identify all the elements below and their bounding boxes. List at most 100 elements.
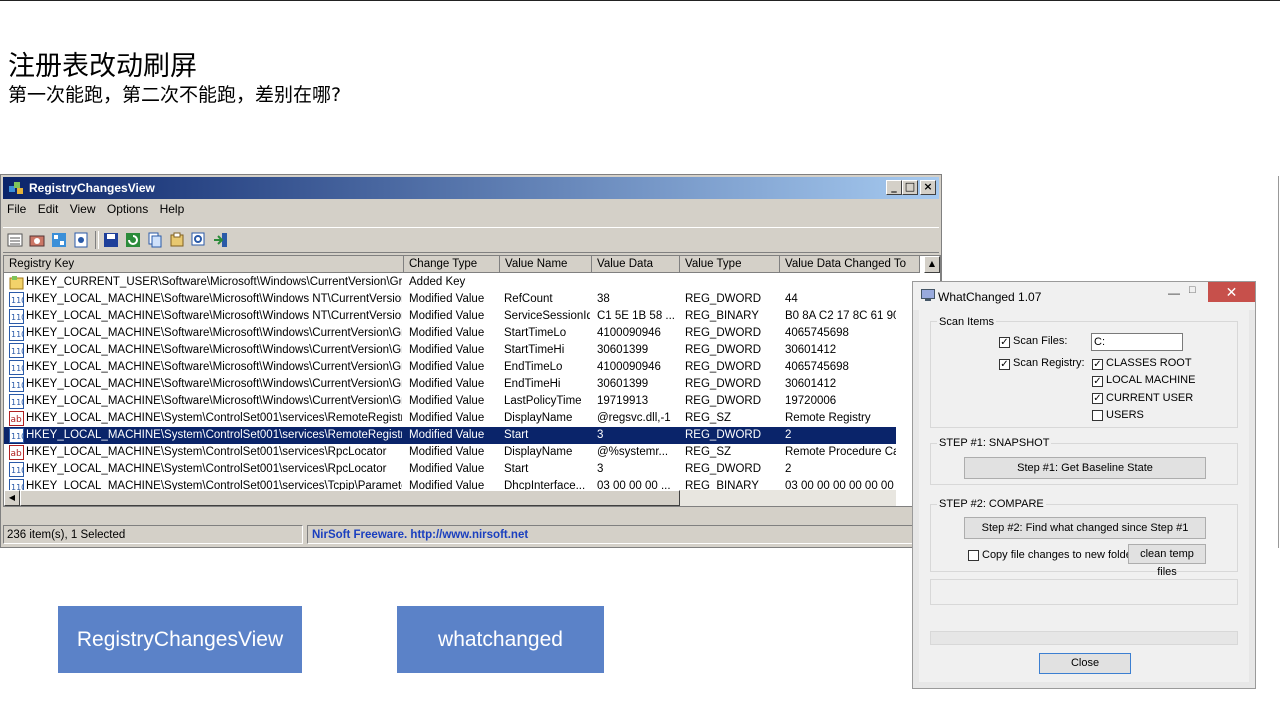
binary-value-icon: 110 xyxy=(9,292,24,307)
table-row[interactable]: ab HKEY_LOCAL_MACHINE\System\ControlSet00… xyxy=(4,410,896,427)
copy-file-changes-checkbox[interactable] xyxy=(968,550,979,561)
table-row[interactable]: 110HKEY_LOCAL_MACHINE\Software\Microsoft… xyxy=(4,308,896,325)
list-view-icon[interactable] xyxy=(7,232,23,248)
cell-change: Modified Value xyxy=(409,395,485,407)
cell-change: Modified Value xyxy=(409,293,485,305)
column-header-row: Registry Key Change Type Value Name Valu… xyxy=(4,256,940,273)
svg-text:110: 110 xyxy=(11,364,24,373)
refresh-icon[interactable] xyxy=(125,232,141,248)
scan-files-label: Scan Files: xyxy=(1013,335,1068,347)
svg-text:110: 110 xyxy=(11,347,24,356)
copy-file-changes-label: Copy file changes to new folder xyxy=(982,549,1136,561)
scroll-up-button[interactable]: ▲ xyxy=(924,256,940,273)
table-row[interactable]: 110HKEY_LOCAL_MACHINE\System\ControlSet0… xyxy=(4,461,896,478)
cell-data: @%systemr... xyxy=(597,446,669,458)
column-header-value-data-changed-to[interactable]: Value Data Changed To xyxy=(780,256,920,273)
slide-top-rule xyxy=(0,0,1280,1)
scan-files-checkbox[interactable]: ✓ xyxy=(999,337,1010,348)
cell-changed: 4065745698 xyxy=(785,361,849,373)
slide-right-edge xyxy=(1278,176,1279,548)
scan-files-path-input[interactable]: C: xyxy=(1091,333,1183,351)
registrychangesview-button[interactable]: RegistryChangesView xyxy=(58,606,302,673)
column-header-change-type[interactable]: Change Type xyxy=(404,256,500,273)
cell-name: DisplayName xyxy=(504,412,573,424)
maximize-button[interactable]: □ xyxy=(902,180,918,195)
html-report-icon[interactable] xyxy=(169,232,185,248)
cell-change: Modified Value xyxy=(409,446,485,458)
cell-name: Start xyxy=(504,463,529,475)
cell-key: HKEY_LOCAL_MACHINE\Software\Microsoft\Wi… xyxy=(26,310,402,322)
changes-list[interactable]: Registry Key Change Type Value Name Valu… xyxy=(3,255,941,507)
cell-key: HKEY_LOCAL_MACHINE\System\ControlSet001\… xyxy=(26,412,402,424)
cell-key: HKEY_LOCAL_MACHINE\Software\Microsoft\Wi… xyxy=(26,344,402,356)
registrychangesview-window: RegistryChangesView _ □ × File Edit View… xyxy=(0,174,942,548)
properties-icon[interactable] xyxy=(73,232,89,248)
menu-view[interactable]: View xyxy=(70,202,96,216)
svg-text:110: 110 xyxy=(11,398,24,407)
find-changes-button[interactable]: Step #2: Find what changed since Step #1 xyxy=(964,517,1206,539)
cell-name: DisplayName xyxy=(504,446,573,458)
menu-help[interactable]: Help xyxy=(160,202,185,216)
column-header-value-data[interactable]: Value Data xyxy=(592,256,680,273)
users-checkbox[interactable] xyxy=(1092,410,1103,421)
table-row[interactable]: HKEY_CURRENT_USER\Software\Microsoft\Win… xyxy=(4,274,896,291)
cell-type: REG_DWORD xyxy=(685,429,762,441)
cell-type: REG_DWORD xyxy=(685,361,762,373)
column-header-value-name[interactable]: Value Name xyxy=(500,256,592,273)
copy-icon[interactable] xyxy=(147,232,163,248)
table-row[interactable]: 110HKEY_LOCAL_MACHINE\Software\Microsoft… xyxy=(4,325,896,342)
table-row[interactable]: ab HKEY_LOCAL_MACHINE\System\ControlSet00… xyxy=(4,444,896,461)
table-row[interactable]: 110HKEY_LOCAL_MACHINE\Software\Microsoft… xyxy=(4,376,896,393)
wc-minimize-button[interactable]: — xyxy=(1168,286,1180,300)
cell-type: REG_DWORD xyxy=(685,463,762,475)
minimize-button[interactable]: _ xyxy=(886,180,902,195)
scan-items-label: Scan Items xyxy=(937,316,997,328)
scroll-left-button[interactable]: ◀ xyxy=(4,490,20,506)
binary-value-icon: 110 xyxy=(9,377,24,392)
close-button[interactable]: × xyxy=(920,180,936,195)
binary-value-icon: 110 xyxy=(9,360,24,375)
clean-temp-files-button[interactable]: clean temp files xyxy=(1128,544,1206,578)
cell-data: 19719913 xyxy=(597,395,649,407)
table-row[interactable]: 110HKEY_LOCAL_MACHINE\Software\Microsoft… xyxy=(4,393,896,410)
cell-data: 30601399 xyxy=(597,344,649,356)
nirsoft-link[interactable]: NirSoft Freeware. http://www.nirsoft.net xyxy=(307,525,937,544)
cell-change: Modified Value xyxy=(409,378,485,390)
find-icon[interactable] xyxy=(191,232,207,248)
local-machine-checkbox[interactable]: ✓ xyxy=(1092,376,1103,387)
menu-edit[interactable]: Edit xyxy=(38,202,59,216)
scrollbar-thumb[interactable] xyxy=(20,490,680,506)
current-user-checkbox[interactable]: ✓ xyxy=(1092,393,1103,404)
classes-root-checkbox[interactable]: ✓ xyxy=(1092,359,1103,370)
binary-value-icon: 110 xyxy=(9,428,24,443)
wc-close-button[interactable]: ✕ xyxy=(1208,282,1255,302)
scan-registry-checkbox[interactable]: ✓ xyxy=(999,359,1010,370)
horizontal-scrollbar[interactable]: ◀ xyxy=(4,490,896,506)
svg-text:110: 110 xyxy=(11,296,24,305)
wc-maximize-button[interactable]: □ xyxy=(1189,284,1196,296)
cell-change: Modified Value xyxy=(409,429,485,441)
scan-registry-label: Scan Registry: xyxy=(1013,357,1085,369)
menu-file[interactable]: File xyxy=(7,202,26,216)
svg-text:ab: ab xyxy=(11,415,23,425)
snapshot-icon[interactable] xyxy=(29,232,45,248)
rcv-titlebar[interactable]: RegistryChangesView _ □ × xyxy=(3,177,939,199)
table-row-selected[interactable]: 110HKEY_LOCAL_MACHINE\System\ControlSet0… xyxy=(4,427,896,444)
column-header-value-type[interactable]: Value Type xyxy=(680,256,780,273)
table-row[interactable]: 110HKEY_LOCAL_MACHINE\Software\Microsoft… xyxy=(4,342,896,359)
status-panel xyxy=(930,579,1238,605)
wc-titlebar[interactable]: WhatChanged 1.07 — □ ✕ xyxy=(913,282,1255,310)
whatchanged-button[interactable]: whatchanged xyxy=(397,606,604,673)
table-row[interactable]: 110HKEY_LOCAL_MACHINE\Software\Microsoft… xyxy=(4,359,896,376)
table-row[interactable]: 110HKEY_LOCAL_MACHINE\Software\Microsoft… xyxy=(4,291,896,308)
column-header-registry-key[interactable]: Registry Key xyxy=(4,256,404,273)
cell-key: HKEY_LOCAL_MACHINE\System\ControlSet001\… xyxy=(26,463,387,475)
close-dialog-button[interactable]: Close xyxy=(1039,653,1131,674)
cell-type: REG_SZ xyxy=(685,412,732,424)
save-icon[interactable] xyxy=(103,232,119,248)
get-baseline-button[interactable]: Step #1: Get Baseline State xyxy=(964,457,1206,479)
registry-table-icon[interactable] xyxy=(51,232,67,248)
menu-options[interactable]: Options xyxy=(107,202,148,216)
cell-change: Modified Value xyxy=(409,463,485,475)
exit-icon[interactable] xyxy=(213,232,229,248)
